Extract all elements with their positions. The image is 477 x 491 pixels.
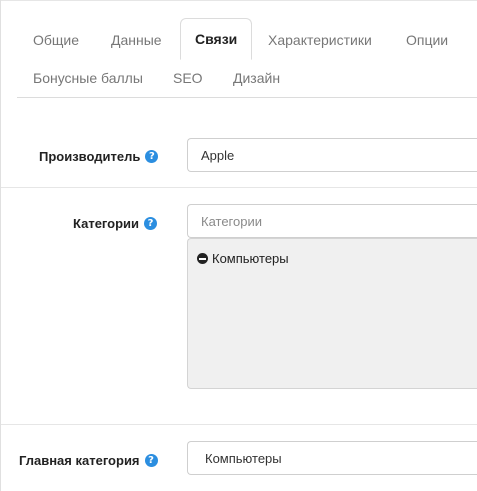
manufacturer-value: Apple [201,147,235,163]
row-divider [1,187,477,188]
main-category-value: Компьютеры [205,450,282,466]
row-divider [1,424,477,425]
help-icon[interactable]: ? [145,150,159,163]
selected-categories-list: Компьютеры [187,238,477,389]
tab-reward-points[interactable]: Бонусные баллы [33,70,143,86]
category-name: Компьютеры [212,251,289,266]
list-item: Компьютеры [197,251,289,266]
help-icon[interactable]: ? [144,217,158,230]
manufacturer-field[interactable]: Apple [187,138,477,172]
top-border [1,0,477,1]
manufacturer-label: Производитель ? [39,149,159,164]
main-category-field[interactable]: Компьютеры [187,441,477,475]
categories-search-input[interactable]: Категории [187,204,477,238]
main-category-label: Главная категория ? [19,453,158,468]
tab-attributes[interactable]: Характеристики [268,32,372,48]
categories-label: Категории ? [73,216,158,231]
tab-general[interactable]: Общие [33,32,79,48]
help-icon[interactable]: ? [144,454,158,467]
tab-bar-underline [17,97,477,98]
categories-placeholder: Категории [201,213,262,229]
tab-options[interactable]: Опции [406,32,448,48]
remove-circle-icon[interactable] [197,253,208,264]
tab-links[interactable]: Связи [180,18,253,60]
tab-data[interactable]: Данные [111,32,162,48]
product-links-panel: Общие Данные Связи Характеристики Опции … [0,0,477,491]
tab-seo[interactable]: SEO [173,70,203,86]
tab-design[interactable]: Дизайн [233,70,280,86]
